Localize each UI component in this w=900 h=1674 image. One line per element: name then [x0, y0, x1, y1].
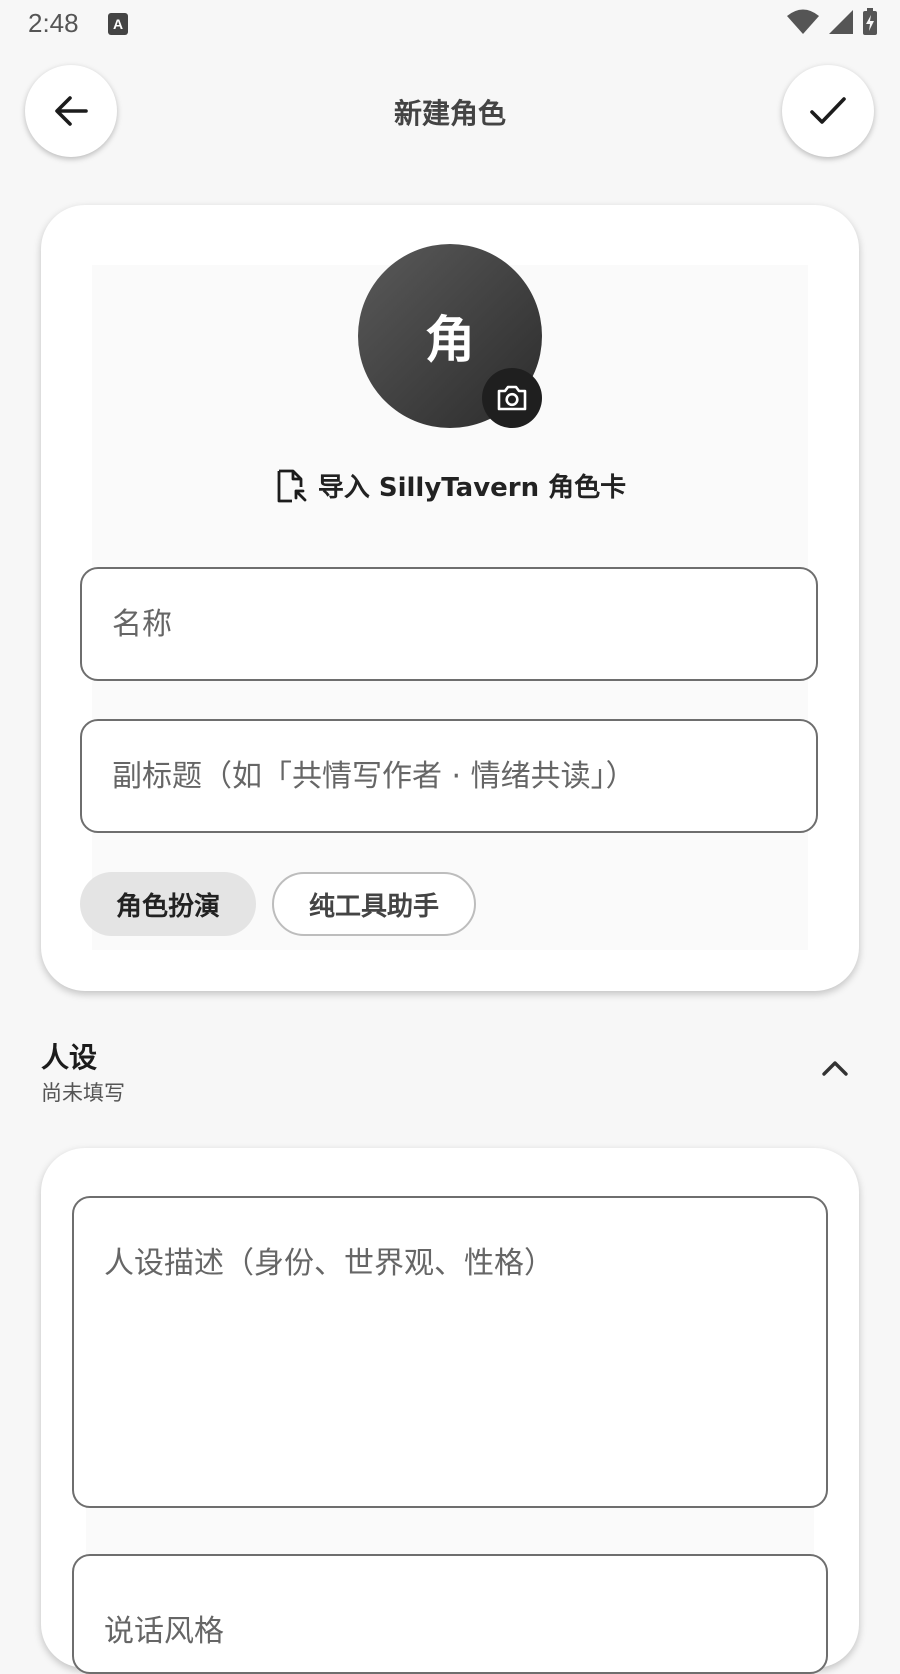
section-status: 尚未填写: [41, 1081, 125, 1105]
profile-card: 角 导入 SillyTavern 角色卡 角色扮演 纯工具助手: [41, 205, 859, 991]
speaking-style-field[interactable]: [72, 1554, 828, 1674]
wifi-icon: [787, 9, 819, 34]
persona-description-field[interactable]: [72, 1196, 828, 1508]
collapse-button[interactable]: [815, 1050, 855, 1086]
name-input[interactable]: [82, 569, 816, 679]
chevron-up-icon: [822, 1061, 848, 1076]
chip-roleplay[interactable]: 角色扮演: [80, 872, 256, 936]
subtitle-input[interactable]: [82, 721, 816, 831]
save-button[interactable]: [782, 65, 874, 157]
import-label: 导入 SillyTavern 角色卡: [317, 473, 627, 503]
avatar-initial: 角: [425, 310, 475, 369]
status-icons: [786, 8, 878, 36]
speaking-style-input[interactable]: [74, 1556, 826, 1672]
chip-tool-assistant[interactable]: 纯工具助手: [272, 872, 476, 936]
page-title: 新建角色: [393, 97, 506, 130]
persona-description-input[interactable]: [74, 1198, 826, 1506]
change-avatar-button[interactable]: [482, 368, 542, 428]
check-icon: [810, 97, 846, 124]
section-title-persona: 人设: [41, 1041, 98, 1074]
persona-card: [41, 1148, 859, 1674]
name-field[interactable]: [80, 567, 818, 681]
camera-icon: [497, 385, 527, 411]
cell-signal-icon: [829, 10, 853, 34]
status-time: 2:48: [28, 8, 79, 38]
notification-app-icon: A: [108, 13, 128, 35]
import-card-button[interactable]: 导入 SillyTavern 角色卡: [41, 467, 859, 504]
status-bar: 2:48 A: [0, 0, 900, 50]
battery-icon: [863, 8, 877, 35]
subtitle-field[interactable]: [80, 719, 818, 833]
file-import-icon: [277, 469, 307, 502]
